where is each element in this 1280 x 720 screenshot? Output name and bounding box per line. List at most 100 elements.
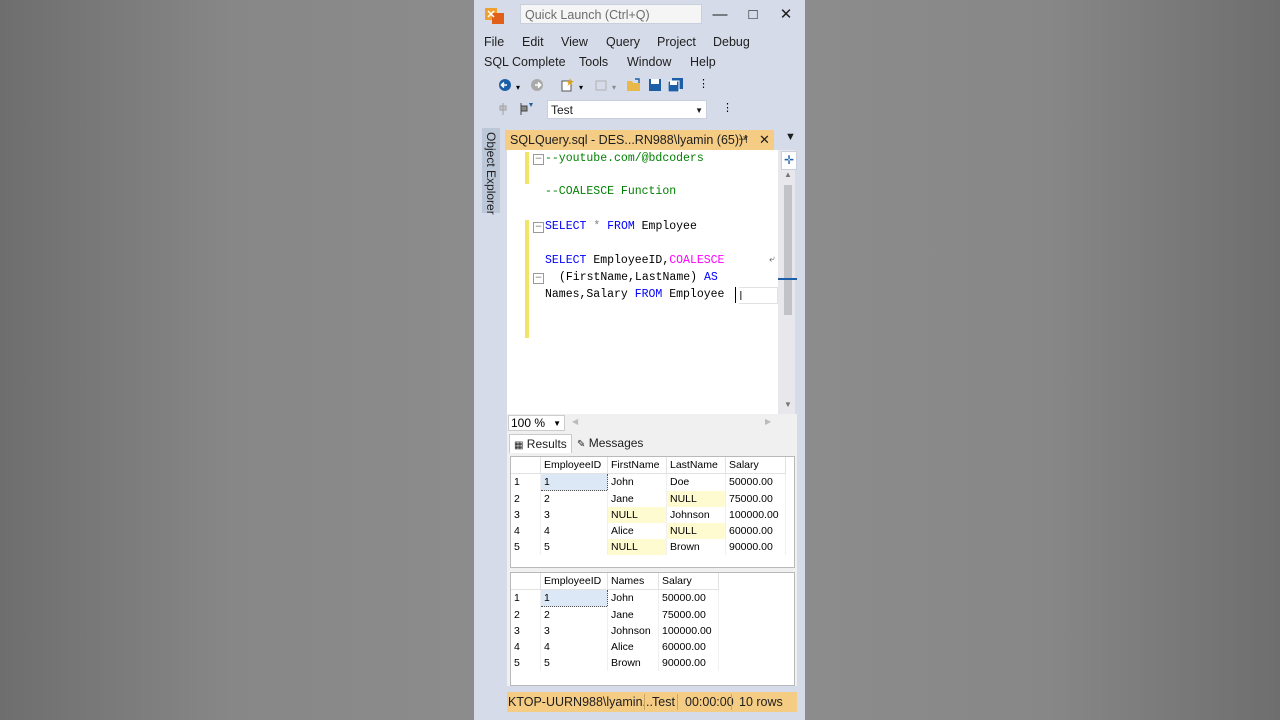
- table-cell[interactable]: 75000.00: [658, 606, 719, 623]
- table-cell[interactable]: 60000.00: [658, 639, 719, 655]
- tab-list-dropdown-icon[interactable]: ▼: [785, 131, 796, 143]
- menu-project[interactable]: Project: [657, 35, 696, 49]
- scroll-up-icon[interactable]: ▲: [784, 170, 792, 179]
- table-cell[interactable]: 75000.00: [725, 490, 786, 507]
- collapse-icon[interactable]: −: [533, 222, 544, 233]
- collapse-icon[interactable]: −: [533, 273, 544, 284]
- table-cell[interactable]: Brown: [666, 539, 726, 555]
- close-tab-icon[interactable]: ✕: [759, 130, 770, 150]
- menu-file[interactable]: File: [484, 35, 504, 49]
- table-cell[interactable]: 50000.00: [725, 473, 786, 491]
- table-cell[interactable]: 3: [540, 507, 608, 523]
- database-select[interactable]: Test ▼: [547, 100, 707, 119]
- table-cell[interactable]: Jane: [607, 606, 659, 623]
- table-cell[interactable]: 100000.00: [725, 507, 786, 523]
- zoom-select[interactable]: 100 % ▼: [508, 415, 565, 431]
- table-cell[interactable]: Jane: [607, 490, 667, 507]
- connect-icon[interactable]: [498, 102, 508, 116]
- table-row[interactable]: 2 2 Jane NULL 75000.00: [511, 490, 786, 507]
- change-connection-icon[interactable]: [518, 101, 534, 117]
- table-cell[interactable]: Brown: [607, 655, 659, 671]
- table-row[interactable]: 2 2 Jane 75000.00: [511, 606, 719, 623]
- table-cell[interactable]: Alice: [607, 523, 667, 539]
- tab-messages[interactable]: ✎ Messages: [573, 434, 647, 453]
- table-cell[interactable]: 90000.00: [658, 655, 719, 671]
- table-cell[interactable]: 5: [540, 655, 608, 671]
- table-cell[interactable]: NULL: [607, 507, 667, 523]
- table-cell[interactable]: Doe: [666, 473, 726, 491]
- scroll-left-icon[interactable]: ◀: [572, 417, 578, 426]
- table-cell[interactable]: NULL: [607, 539, 667, 555]
- pin-icon[interactable]: ⊣: [738, 130, 748, 150]
- menu-help[interactable]: Help: [690, 55, 716, 69]
- save-icon[interactable]: [648, 78, 662, 92]
- table-cell[interactable]: Johnson: [607, 623, 659, 639]
- table-cell[interactable]: John: [607, 589, 659, 607]
- table-cell[interactable]: 2: [540, 490, 608, 507]
- new-item-dropdown-icon[interactable]: ▾: [579, 80, 583, 96]
- menu-tools[interactable]: Tools: [579, 55, 608, 69]
- table-row[interactable]: 1 1 John Doe 50000.00: [511, 473, 786, 491]
- quick-launch-input[interactable]: Quick Launch (Ctrl+Q): [520, 4, 702, 24]
- table-cell[interactable]: 1: [540, 473, 608, 491]
- menu-query[interactable]: Query: [606, 35, 640, 49]
- table-cell[interactable]: 2: [540, 606, 608, 623]
- menu-sql-complete[interactable]: SQL Complete: [484, 55, 566, 69]
- table-cell[interactable]: 4: [540, 523, 608, 539]
- table-row[interactable]: 4 4 Alice 60000.00: [511, 639, 719, 655]
- open-file-icon[interactable]: [626, 78, 642, 92]
- collapse-icon[interactable]: −: [533, 154, 544, 165]
- table-cell[interactable]: 5: [540, 539, 608, 555]
- minimize-button[interactable]: —: [711, 6, 729, 24]
- table-cell[interactable]: NULL: [666, 523, 726, 539]
- tab-results[interactable]: ▦ Results: [509, 434, 572, 453]
- table-cell[interactable]: 100000.00: [658, 623, 719, 639]
- menu-view[interactable]: View: [561, 35, 588, 49]
- new-item-icon[interactable]: [559, 77, 575, 93]
- object-explorer-tab[interactable]: Object Explorer: [482, 128, 500, 215]
- maximize-button[interactable]: □: [744, 6, 762, 24]
- column-header[interactable]: Names: [607, 573, 659, 590]
- table-row[interactable]: 5 5 NULL Brown 90000.00: [511, 539, 786, 555]
- back-icon[interactable]: [498, 78, 512, 92]
- table-cell[interactable]: 3: [540, 623, 608, 639]
- table-cell[interactable]: Johnson: [666, 507, 726, 523]
- menu-window[interactable]: Window: [627, 55, 671, 69]
- scroll-down-icon[interactable]: ▼: [784, 400, 792, 409]
- column-header[interactable]: LastName: [666, 457, 726, 474]
- column-header[interactable]: FirstName: [607, 457, 667, 474]
- scroll-right-icon[interactable]: ▶: [765, 417, 771, 426]
- scrollbar-thumb[interactable]: [784, 185, 792, 315]
- back-dropdown-icon[interactable]: ▾: [516, 80, 520, 96]
- forward-icon[interactable]: [530, 78, 544, 92]
- save-all-icon[interactable]: [668, 78, 684, 92]
- table-cell[interactable]: 1: [540, 589, 608, 607]
- table-row[interactable]: 3 3 Johnson 100000.00: [511, 623, 719, 639]
- split-editor-icon[interactable]: ✛: [781, 151, 797, 170]
- table-row[interactable]: 5 5 Brown 90000.00: [511, 655, 719, 671]
- add-item-dropdown-icon[interactable]: ▾: [612, 80, 616, 96]
- results-grid-1[interactable]: EmployeeID FirstName LastName Salary 11J…: [510, 456, 795, 568]
- results-grid-2[interactable]: EmployeeID Names Salary 1 1 John 50000.00 2 2…: [510, 572, 795, 686]
- table-row[interactable]: 3 3 NULL Johnson 100000.00: [511, 507, 786, 523]
- toolbar-overflow-icon[interactable]: ⋮: [698, 76, 709, 92]
- menu-edit[interactable]: Edit: [522, 35, 544, 49]
- document-tab[interactable]: SQLQuery.sql - DES...RN988\lyamin (65))*…: [505, 130, 774, 150]
- table-cell[interactable]: 90000.00: [725, 539, 786, 555]
- table-cell[interactable]: 4: [540, 639, 608, 655]
- column-header[interactable]: EmployeeID: [540, 457, 608, 474]
- table-row[interactable]: 4 4 Alice NULL 60000.00: [511, 523, 786, 539]
- query-editor[interactable]: − − − --youtube.com/@bdcoders --COALESCE…: [507, 150, 778, 414]
- column-header[interactable]: EmployeeID: [540, 573, 608, 590]
- table-cell[interactable]: NULL: [666, 490, 726, 507]
- table-cell[interactable]: Alice: [607, 639, 659, 655]
- column-header[interactable]: Salary: [725, 457, 786, 474]
- menu-debug[interactable]: Debug: [713, 35, 750, 49]
- close-window-button[interactable]: ✕: [777, 6, 795, 24]
- table-cell[interactable]: John: [607, 473, 667, 491]
- table-cell[interactable]: 60000.00: [725, 523, 786, 539]
- toolbar2-overflow-icon[interactable]: ⋮: [722, 100, 733, 116]
- add-item-icon[interactable]: [594, 78, 608, 92]
- column-header[interactable]: Salary: [658, 573, 719, 590]
- table-row[interactable]: 1 1 John 50000.00: [511, 589, 719, 607]
